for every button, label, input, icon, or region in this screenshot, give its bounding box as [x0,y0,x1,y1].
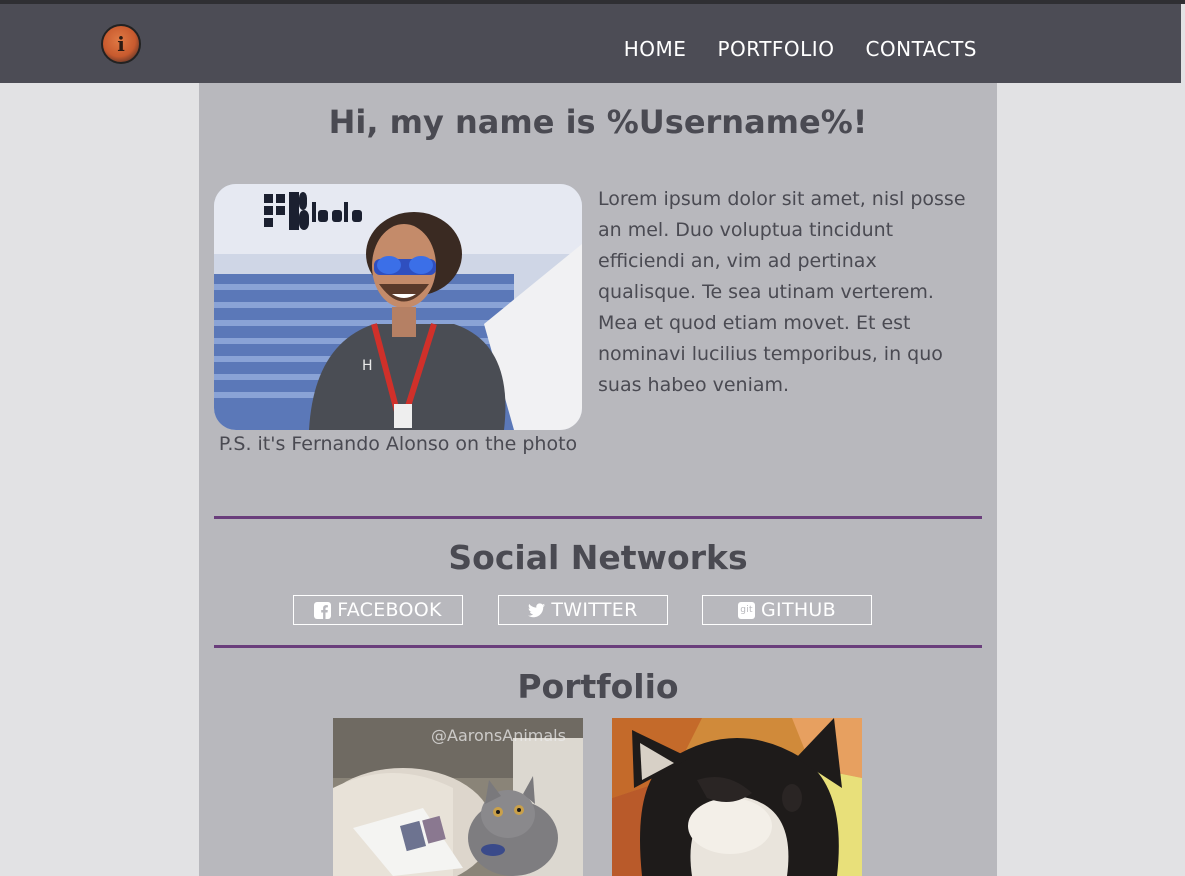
twitter-icon [528,602,546,619]
github-label: GITHUB [761,599,836,621]
nav-link-contacts[interactable]: CONTACTS [865,34,977,64]
portrait-photo-icon: H [214,184,582,430]
nav-link-portfolio[interactable]: PORTFOLIO [717,34,834,64]
page-title: Hi, my name is %Username%! [328,103,868,141]
cat-watermark: @AaronsAnimals [431,726,566,745]
git-icon: git [738,601,756,619]
divider [214,516,982,519]
social-title: Social Networks [448,538,748,577]
bio-text: Lorem ipsum dolor sit amet, nisl posse a… [598,188,966,396]
nav-link-home[interactable]: HOME [624,34,687,64]
portfolio-title: Portfolio [517,667,679,706]
logo[interactable]: i [101,24,141,64]
portfolio-item-cat[interactable]: @AaronsAnimals [333,718,583,876]
main-content: Hi, my name is %Username%! H P.S. it's F… [199,83,997,876]
git-icon-text: git [740,604,753,615]
svg-text:H: H [362,358,373,374]
divider [214,645,982,648]
profile-photo: H [214,184,582,430]
photo-caption: P.S. it's Fernando Alonso on the photo [218,433,578,455]
main-nav: HOME PORTFOLIO CONTACTS [624,34,977,64]
twitter-button[interactable]: TWITTER [498,595,668,625]
facebook-icon [314,601,332,619]
dog-thumbnail-icon [612,718,862,876]
github-button[interactable]: git GITHUB [702,595,872,625]
portfolio-item-dog[interactable] [612,718,862,876]
twitter-label: TWITTER [551,599,638,621]
navbar: i HOME PORTFOLIO CONTACTS [0,4,1181,83]
facebook-label: FACEBOOK [337,599,442,621]
facebook-button[interactable]: FACEBOOK [293,595,463,625]
